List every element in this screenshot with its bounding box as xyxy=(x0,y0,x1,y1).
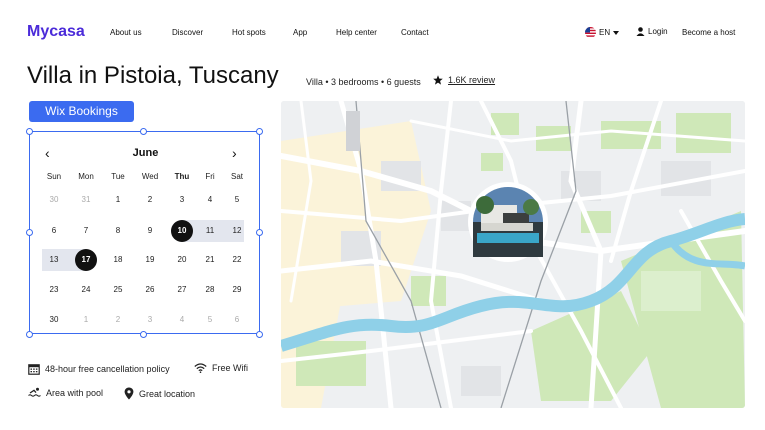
login-link[interactable]: Login xyxy=(636,27,668,36)
calendar-day[interactable]: 18 xyxy=(107,249,129,271)
next-month-button[interactable]: › xyxy=(232,145,237,161)
calendar-day[interactable]: 7 xyxy=(75,220,97,242)
nav-help-center[interactable]: Help center xyxy=(336,28,377,37)
top-nav: Mycasa About us Discover Hot spots App H… xyxy=(0,0,765,64)
logo[interactable]: Mycasa xyxy=(27,23,85,41)
login-label: Login xyxy=(648,27,668,36)
resize-handle[interactable] xyxy=(26,229,33,236)
calendar-month: June xyxy=(132,147,159,159)
calendar-day[interactable]: 2 xyxy=(139,189,161,211)
calendar-day[interactable]: 19 xyxy=(139,249,161,271)
calendar-day[interactable]: 22 xyxy=(226,249,248,271)
amenity-pool: Area with pool xyxy=(28,387,103,398)
us-flag-icon xyxy=(585,27,596,38)
star-icon xyxy=(433,75,443,85)
weekday-header: Sat xyxy=(230,172,243,181)
calendar-day[interactable]: 1 xyxy=(107,189,129,211)
calendar-day[interactable]: 3 xyxy=(139,309,161,331)
nav-app[interactable]: App xyxy=(293,28,307,37)
calendar-day[interactable]: 27 xyxy=(171,279,193,301)
swimmer-icon xyxy=(28,387,41,397)
amenity-label: Great location xyxy=(139,388,196,399)
calendar-icon xyxy=(28,364,40,375)
calendar-day[interactable]: 13 xyxy=(43,249,65,271)
nav-about-us[interactable]: About us xyxy=(110,28,142,37)
resize-handle[interactable] xyxy=(140,128,147,135)
location-map[interactable] xyxy=(281,101,745,408)
calendar-day[interactable]: 23 xyxy=(43,279,65,301)
nav-discover[interactable]: Discover xyxy=(172,28,203,37)
nav-hot-spots[interactable]: Hot spots xyxy=(232,28,266,37)
calendar-day-selected[interactable]: 17 xyxy=(75,249,97,271)
weekday-header: Fri xyxy=(205,172,215,181)
booking-calendar: ‹ June › Sun Mon Tue Wed Thu Fri Sat 30 3… xyxy=(29,131,260,334)
amenity-label: Area with pool xyxy=(46,387,104,398)
calendar-day[interactable]: 28 xyxy=(199,279,221,301)
resize-handle[interactable] xyxy=(26,331,33,338)
calendar-day[interactable]: 5 xyxy=(199,309,221,331)
wix-bookings-badge: Wix Bookings xyxy=(29,101,134,122)
resize-handle[interactable] xyxy=(256,229,263,236)
calendar-day[interactable]: 2 xyxy=(107,309,129,331)
calendar-day[interactable]: 4 xyxy=(171,309,193,331)
map-pin-icon xyxy=(124,387,134,400)
calendar-day[interactable]: 26 xyxy=(139,279,161,301)
map-canvas xyxy=(281,101,745,408)
weekday-header: Wed xyxy=(141,172,159,181)
calendar-day[interactable]: 21 xyxy=(199,249,221,271)
amenity-location: Great location xyxy=(124,387,195,400)
calendar-day[interactable]: 11 xyxy=(199,220,221,242)
calendar-day[interactable]: 6 xyxy=(43,220,65,242)
reviews-link[interactable]: 1.6K review xyxy=(448,75,495,85)
amenity-wifi: Free Wifi xyxy=(194,363,248,373)
user-icon xyxy=(636,27,645,36)
calendar-day[interactable]: 9 xyxy=(139,220,161,242)
calendar-day-selected[interactable]: 10 xyxy=(171,220,193,242)
amenity-label: 48-hour free cancellation policy xyxy=(45,364,170,374)
resize-handle[interactable] xyxy=(26,128,33,135)
calendar-day[interactable]: 24 xyxy=(75,279,97,301)
listing-meta: Villa • 3 bedrooms • 6 guests xyxy=(306,77,421,87)
become-host-link[interactable]: Become a host xyxy=(682,28,735,37)
wifi-icon xyxy=(194,363,207,373)
calendar-day[interactable]: 5 xyxy=(226,189,248,211)
caret-down-icon xyxy=(613,30,620,35)
calendar-day[interactable]: 25 xyxy=(107,279,129,301)
resize-handle[interactable] xyxy=(140,331,147,338)
calendar-day[interactable]: 12 xyxy=(226,220,248,242)
weekday-header: Sun xyxy=(46,172,62,181)
resize-handle[interactable] xyxy=(256,128,263,135)
review-summary: 1.6K review xyxy=(433,75,495,85)
calendar-day[interactable]: 20 xyxy=(171,249,193,271)
language-selector[interactable]: EN xyxy=(585,27,620,38)
amenity-label: Free Wifi xyxy=(212,363,248,373)
amenity-cancellation: 48-hour free cancellation policy xyxy=(28,363,170,375)
calendar-day[interactable]: 1 xyxy=(75,309,97,331)
calendar-day[interactable]: 31 xyxy=(75,189,97,211)
calendar-day[interactable]: 4 xyxy=(199,189,221,211)
weekday-header: Thu xyxy=(174,172,190,181)
nav-contact[interactable]: Contact xyxy=(401,28,429,37)
language-label: EN xyxy=(599,28,611,37)
calendar-day[interactable]: 29 xyxy=(226,279,248,301)
calendar-day[interactable]: 30 xyxy=(43,189,65,211)
resize-handle[interactable] xyxy=(256,331,263,338)
weekday-header: Mon xyxy=(78,172,94,181)
weekday-header: Tue xyxy=(111,172,125,181)
calendar-day[interactable]: 3 xyxy=(171,189,193,211)
calendar-day[interactable]: 30 xyxy=(43,309,65,331)
calendar-day[interactable]: 8 xyxy=(107,220,129,242)
listing-title: Villa in Pistoia, Tuscany xyxy=(27,62,279,89)
calendar-day[interactable]: 6 xyxy=(226,309,248,331)
